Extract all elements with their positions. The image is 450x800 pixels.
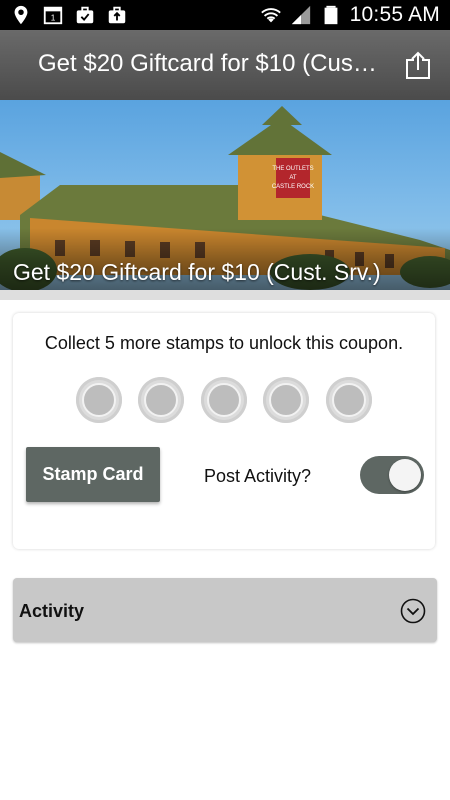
location-pin-icon (14, 5, 28, 25)
app-bar: Get $20 Giftcard for $10 (Cust. Srv.) (0, 30, 450, 100)
signal-icon (291, 5, 310, 25)
stamp-slot (138, 377, 184, 423)
briefcase-upload-icon (108, 6, 126, 24)
status-bar-notifications: 1 (10, 4, 128, 26)
stamp-slot (201, 377, 247, 423)
status-bar-system: 10:55 AM (260, 0, 440, 30)
section-divider (0, 290, 450, 300)
clock: 10:55 AM (349, 3, 440, 26)
activity-label: Activity (19, 601, 85, 621)
page-title: Get $20 Giftcard for $10 (Cust. Srv.) (38, 50, 378, 77)
wifi-icon (260, 8, 281, 23)
share-icon[interactable] (404, 50, 432, 80)
stamp-slots (76, 377, 376, 425)
stamps-remaining-message: Collect 5 more stamps to unlock this cou… (44, 333, 404, 353)
chevron-down-circle-icon[interactable] (400, 598, 426, 624)
calendar-icon: 1 (43, 6, 63, 25)
stamp-slot (326, 377, 372, 423)
toggle-knob (389, 459, 421, 491)
sign-line-1: THE OUTLETS (272, 166, 313, 172)
stamp-slot (263, 377, 309, 423)
hero-caption: Get $20 Giftcard for $10 (Cust. Srv.) (13, 259, 381, 285)
svg-text:1: 1 (51, 14, 56, 23)
post-activity-label: Post Activity? (204, 466, 312, 486)
status-bar: 1 10:55 AM (0, 0, 450, 30)
sign-line-2: AT (289, 175, 297, 181)
stamp-slot (76, 377, 122, 423)
activity-accordion[interactable]: Activity (13, 578, 437, 642)
hero-image: THE OUTLETS AT CASTLE ROCK Get $20 Giftc… (0, 100, 450, 290)
briefcase-check-icon (76, 6, 94, 24)
stamp-card-panel: Collect 5 more stamps to unlock this cou… (13, 313, 435, 549)
post-activity-toggle[interactable] (360, 456, 424, 494)
battery-icon (324, 5, 338, 25)
stamp-card-button[interactable]: Stamp Card (26, 447, 160, 502)
sign-line-3: CASTLE ROCK (272, 184, 314, 190)
